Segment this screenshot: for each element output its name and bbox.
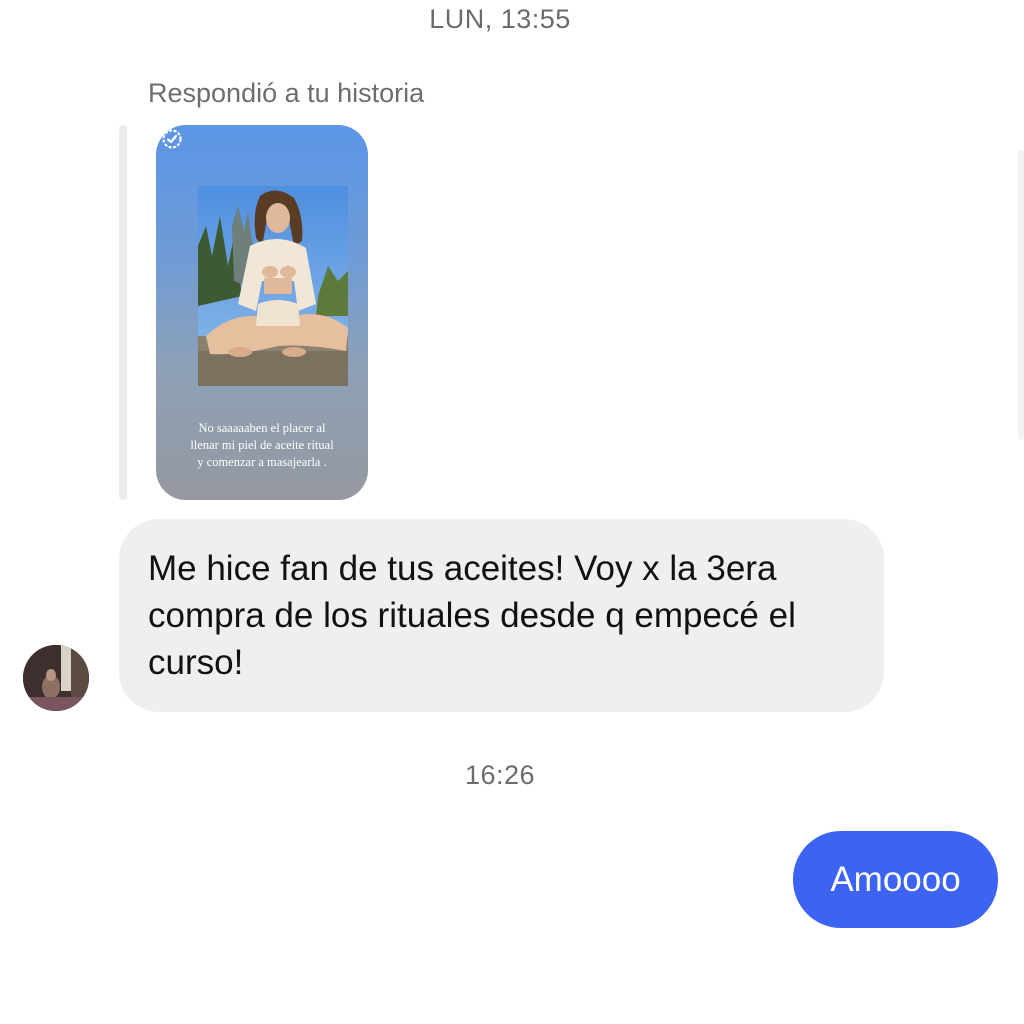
story-caption: No saaaaaben el placer al llenar mi piel… (160, 420, 364, 471)
outgoing-message-bubble[interactable]: Amoooo (793, 831, 998, 928)
outgoing-message-text: Amoooo (830, 860, 961, 899)
incoming-message-text: Me hice fan de tus aceites! Voy x la 3er… (148, 549, 796, 682)
story-photo (198, 186, 348, 386)
reply-quote-bar (119, 125, 127, 500)
check-badge-icon (162, 129, 182, 149)
incoming-message-bubble[interactable]: Me hice fan de tus aceites! Voy x la 3er… (119, 519, 884, 712)
timestamp-top: LUN, 13:55 (429, 4, 571, 34)
story-caption-line: llenar mi piel de aceite ritual (190, 438, 334, 452)
scrollbar[interactable] (1018, 150, 1024, 440)
story-caption-line: No saaaaaben el placer al (198, 421, 326, 435)
story-caption-line: y comenzar a masajearla . (197, 455, 327, 469)
story-preview-card[interactable]: No saaaaaben el placer al llenar mi piel… (156, 125, 368, 500)
timestamp-mid: 16:26 (464, 760, 536, 790)
sender-avatar[interactable] (23, 645, 89, 711)
story-reply-label: Respondió a tu historia (148, 78, 425, 108)
